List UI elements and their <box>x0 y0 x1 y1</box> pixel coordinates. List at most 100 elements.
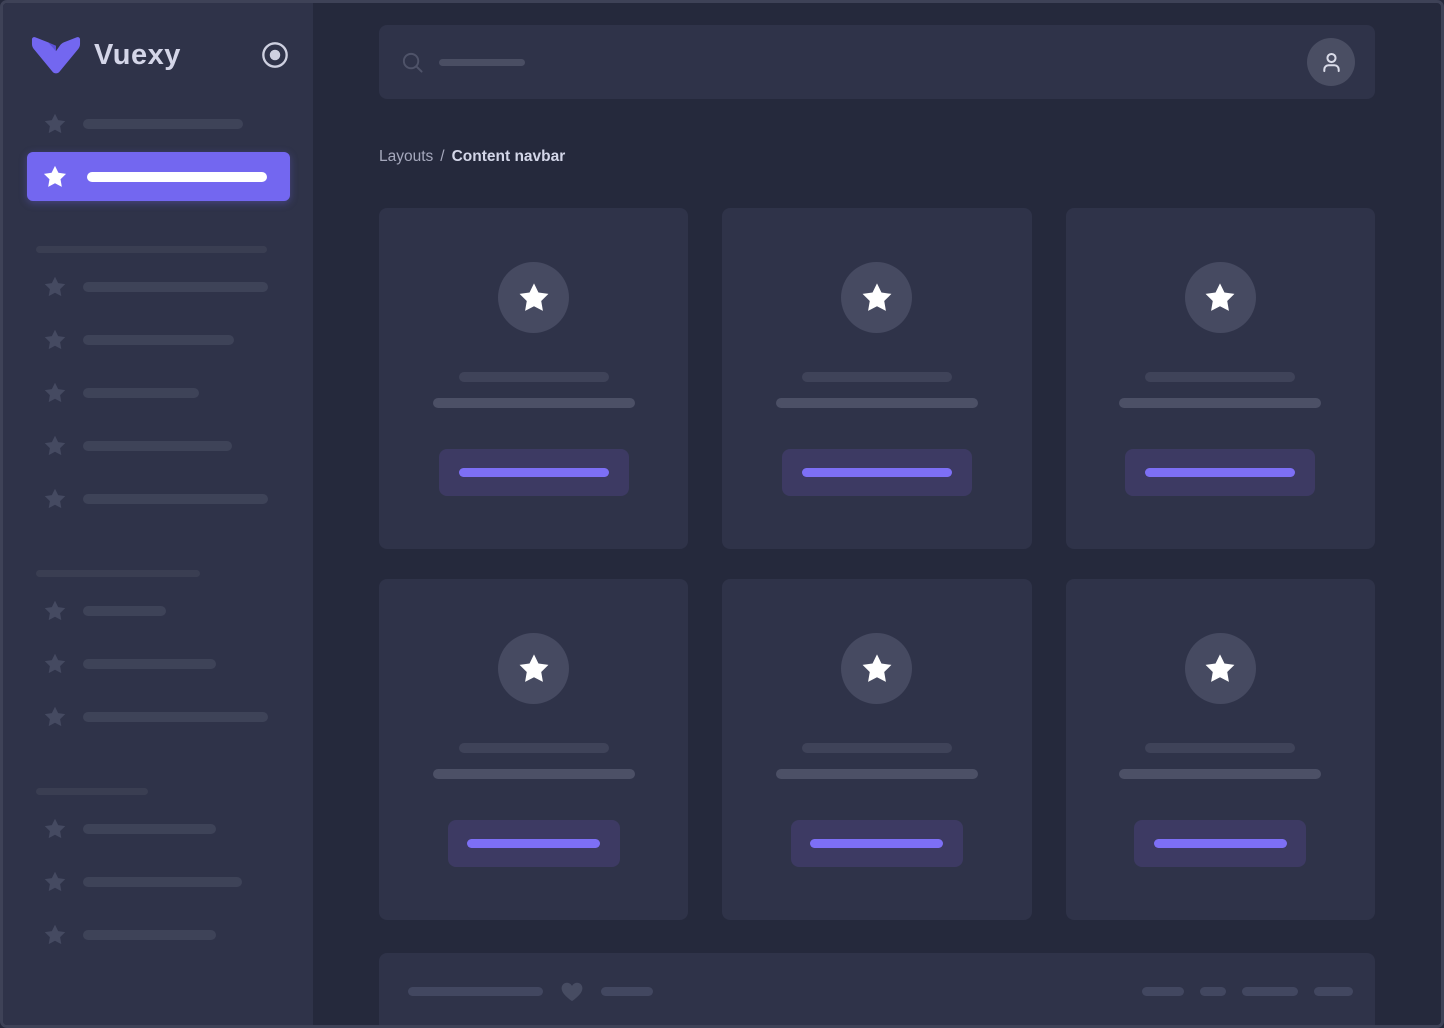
item-label-skeleton <box>83 494 268 504</box>
sidebar-item[interactable] <box>3 584 313 637</box>
card <box>722 579 1031 920</box>
sidebar-item-active[interactable] <box>27 152 290 201</box>
search-placeholder-skeleton <box>439 59 525 66</box>
sidebar-item[interactable] <box>3 802 313 855</box>
brand-name: Vuexy <box>94 39 181 72</box>
card-subtitle-skeleton <box>776 398 978 408</box>
card-action-button[interactable] <box>1134 820 1306 867</box>
sidebar-item[interactable] <box>3 637 313 690</box>
sidebar-item[interactable] <box>3 419 313 472</box>
star-icon <box>1203 281 1237 315</box>
sidebar-section-heading <box>3 563 313 584</box>
section-label-skeleton <box>36 788 148 795</box>
card-avatar <box>1185 633 1256 704</box>
breadcrumb-current: Content navbar <box>452 148 566 165</box>
card-title-skeleton <box>459 743 609 753</box>
sidebar-item[interactable] <box>3 97 313 150</box>
card-avatar <box>498 633 569 704</box>
star-icon <box>43 817 67 841</box>
footer-link-skeleton <box>1142 987 1184 996</box>
card <box>379 579 688 920</box>
sidebar-item[interactable] <box>3 690 313 743</box>
breadcrumb-separator: / <box>440 148 444 165</box>
section-label-skeleton <box>36 570 200 577</box>
card <box>722 208 1031 549</box>
item-label-skeleton <box>83 930 216 940</box>
footer-card <box>379 953 1375 1028</box>
footer-right-group <box>1142 987 1353 996</box>
heart-icon <box>559 978 585 1004</box>
sidebar-item[interactable] <box>3 313 313 366</box>
section-label-skeleton <box>36 246 267 253</box>
star-icon <box>1203 652 1237 686</box>
star-icon <box>860 281 894 315</box>
card-title-skeleton <box>1145 372 1295 382</box>
sidebar-item[interactable] <box>3 908 313 961</box>
sidebar-item[interactable] <box>3 260 313 313</box>
star-icon <box>517 652 551 686</box>
vuexy-logo-icon <box>31 36 81 75</box>
star-icon <box>43 275 67 299</box>
star-icon <box>43 112 67 136</box>
item-label-skeleton <box>83 824 216 834</box>
card-action-button[interactable] <box>791 820 963 867</box>
card <box>379 208 688 549</box>
footer-link-skeleton <box>1314 987 1353 996</box>
star-icon <box>43 599 67 623</box>
star-icon <box>42 164 68 190</box>
sidebar: Vuexy <box>3 3 313 1025</box>
main-content: Layouts / Content navbar <box>313 3 1441 1025</box>
star-icon <box>860 652 894 686</box>
footer-left-group <box>408 978 653 1004</box>
sidebar-item[interactable] <box>3 472 313 525</box>
card-action-button[interactable] <box>439 449 629 496</box>
radio-circle-icon[interactable] <box>261 41 289 69</box>
card-subtitle-skeleton <box>433 398 635 408</box>
sidebar-item[interactable] <box>3 366 313 419</box>
star-icon <box>43 434 67 458</box>
card-avatar <box>841 262 912 333</box>
star-icon <box>517 281 551 315</box>
star-icon <box>43 870 67 894</box>
item-label-skeleton <box>83 712 268 722</box>
person-icon <box>1318 49 1345 76</box>
footer-text-skeleton <box>601 987 653 996</box>
footer-link-skeleton <box>1200 987 1226 996</box>
sidebar-item[interactable] <box>3 855 313 908</box>
card-avatar <box>1185 262 1256 333</box>
card-subtitle-skeleton <box>1119 769 1321 779</box>
item-label-skeleton <box>83 877 242 887</box>
sidebar-menu <box>3 97 313 961</box>
star-icon <box>43 705 67 729</box>
app-window: Vuexy <box>0 0 1444 1028</box>
star-icon <box>43 652 67 676</box>
card-action-button[interactable] <box>782 449 972 496</box>
breadcrumb-link-layouts[interactable]: Layouts <box>379 148 433 165</box>
card-subtitle-skeleton <box>433 769 635 779</box>
button-label-skeleton <box>1154 839 1287 848</box>
card <box>1066 579 1375 920</box>
star-icon <box>43 381 67 405</box>
search-bar[interactable] <box>379 25 1375 99</box>
card-title-skeleton <box>459 372 609 382</box>
card-action-button[interactable] <box>1125 449 1315 496</box>
breadcrumb: Layouts / Content navbar <box>379 147 1375 166</box>
card-action-button[interactable] <box>448 820 620 867</box>
button-label-skeleton <box>802 468 952 477</box>
item-label-skeleton <box>83 119 243 129</box>
button-label-skeleton <box>459 468 609 477</box>
item-label-skeleton <box>83 441 232 451</box>
avatar[interactable] <box>1307 38 1355 86</box>
item-label-skeleton <box>87 172 267 182</box>
card-subtitle-skeleton <box>776 769 978 779</box>
star-icon <box>43 923 67 947</box>
card-title-skeleton <box>802 372 952 382</box>
card-title-skeleton <box>802 743 952 753</box>
card <box>1066 208 1375 549</box>
card-avatar <box>841 633 912 704</box>
sidebar-header: Vuexy <box>3 3 313 77</box>
card-subtitle-skeleton <box>1119 398 1321 408</box>
card-grid <box>379 208 1375 920</box>
search-icon <box>401 51 424 74</box>
card-title-skeleton <box>1145 743 1295 753</box>
